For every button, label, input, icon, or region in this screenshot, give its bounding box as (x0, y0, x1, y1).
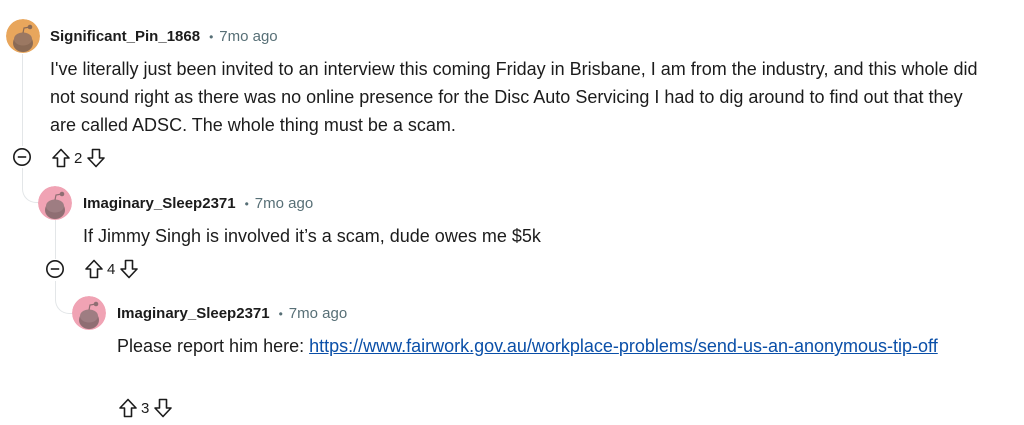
upvote-icon[interactable] (83, 258, 105, 280)
vote-count: 2 (74, 149, 83, 167)
minus-circle-icon (13, 148, 31, 166)
snoo-avatar-icon (72, 296, 106, 330)
separator: • (244, 196, 249, 211)
upvote-icon[interactable] (50, 147, 72, 169)
snoo-avatar-icon (6, 19, 40, 53)
downvote-icon[interactable] (85, 147, 107, 169)
fairwork-link[interactable]: https://www.fairwork.gov.au/workplace-pr… (309, 336, 938, 356)
comment-body: If Jimmy Singh is involved it’s a scam, … (83, 226, 541, 246)
username[interactable]: Imaginary_Sleep2371 (83, 195, 236, 212)
comment-meta: Imaginary_Sleep2371 • 7mo ago (83, 195, 313, 212)
vote-actions: 3 (117, 397, 174, 419)
username[interactable]: Significant_Pin_1868 (50, 28, 200, 45)
comment-body: I've literally just been invited to an i… (50, 59, 978, 135)
thread-connector (55, 286, 72, 314)
thread-line-root (22, 54, 23, 146)
avatar[interactable] (6, 19, 40, 53)
separator: • (209, 29, 214, 44)
avatar[interactable] (38, 186, 72, 220)
vote-actions: 2 (50, 147, 107, 169)
timestamp[interactable]: 7mo ago (289, 305, 347, 322)
downvote-icon[interactable] (118, 258, 140, 280)
comment-meta: Significant_Pin_1868 • 7mo ago (50, 28, 278, 45)
timestamp[interactable]: 7mo ago (219, 28, 277, 45)
thread-line-reply (55, 220, 56, 260)
timestamp[interactable]: 7mo ago (255, 195, 313, 212)
vote-count: 3 (141, 399, 150, 417)
separator: • (278, 306, 283, 321)
thread-connector (22, 175, 39, 203)
username[interactable]: Imaginary_Sleep2371 (117, 305, 270, 322)
collapse-button[interactable] (45, 259, 65, 279)
collapse-button[interactable] (12, 147, 32, 167)
downvote-icon[interactable] (152, 397, 174, 419)
vote-actions: 4 (83, 258, 140, 280)
comment-meta: Imaginary_Sleep2371 • 7mo ago (117, 305, 347, 322)
upvote-icon[interactable] (117, 397, 139, 419)
avatar[interactable] (72, 296, 106, 330)
vote-count: 4 (107, 260, 116, 278)
minus-circle-icon (46, 260, 64, 278)
body-prefix: Please report him here: (117, 336, 310, 356)
snoo-avatar-icon (38, 186, 72, 220)
comment-body: Please report him here: https://www.fair… (117, 332, 967, 360)
